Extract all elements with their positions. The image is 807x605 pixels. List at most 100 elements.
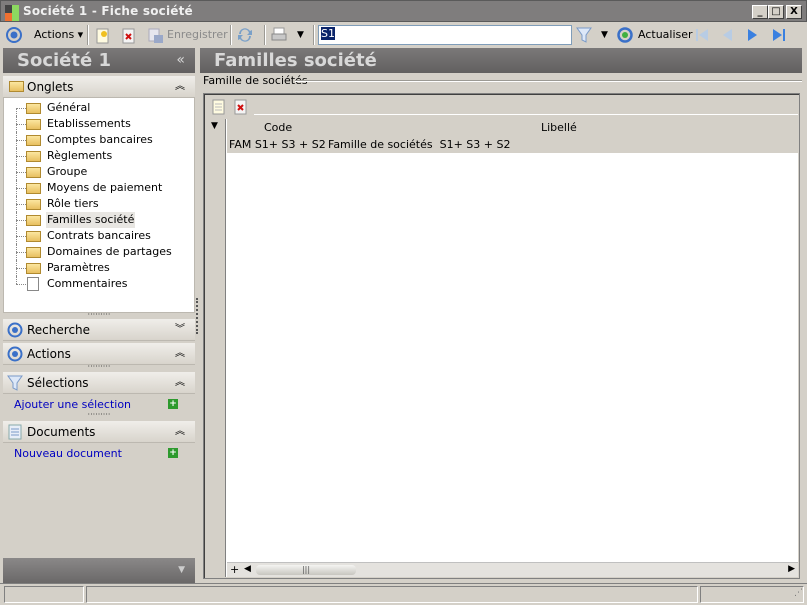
vertical-splitter[interactable] [196, 298, 198, 334]
actions-circle-icon [7, 346, 23, 362]
data-grid: ▼ Code Libellé FAM S1+ S3 + S2 Famille d… [206, 119, 798, 577]
add-selection-link[interactable]: Ajouter une sélection [14, 398, 131, 411]
previous-record-icon[interactable] [719, 27, 735, 43]
search-value: S1 [321, 27, 335, 40]
actions-menu-button[interactable]: Actions ▾ [34, 27, 83, 43]
add-button[interactable]: + [230, 563, 239, 576]
actions-header[interactable]: Actions ︽ [3, 343, 195, 365]
scroll-left-icon[interactable]: ◀ [244, 564, 251, 574]
tab-item[interactable]: Etablissements [4, 116, 192, 132]
selections-label: Sélections [27, 376, 89, 390]
onglets-header[interactable]: Onglets ︽ [3, 76, 195, 98]
tree-line [16, 220, 26, 221]
tab-item[interactable]: Contrats bancaires [4, 228, 192, 244]
print-dropdown-icon[interactable]: ▼ [297, 27, 304, 43]
tree-line [16, 172, 26, 173]
tab-item[interactable]: Comptes bancaires [4, 132, 192, 148]
tab-item-label: Commentaires [47, 277, 128, 290]
first-record-icon[interactable] [694, 27, 710, 43]
tab-item[interactable]: Règlements [4, 148, 192, 164]
delete-icon[interactable] [121, 28, 137, 44]
selections-header[interactable]: Sélections ︽ [3, 372, 195, 394]
table-row[interactable]: FAM S1+ S3 + S2 Famille de sociétés S1+ … [227, 136, 798, 153]
last-record-icon[interactable] [771, 27, 787, 43]
scroll-right-icon[interactable]: ▶ [788, 564, 795, 574]
tree-line [16, 140, 26, 141]
separator [87, 25, 89, 45]
tree-line [16, 276, 17, 284]
group-line [295, 80, 802, 82]
tree-line [16, 236, 26, 237]
tree-line [16, 284, 26, 285]
documents-header[interactable]: Documents ︽ [3, 421, 195, 443]
collapse-panel-button[interactable]: « [176, 48, 185, 73]
filter-icon[interactable] [576, 27, 592, 43]
maximize-button[interactable]: □ [768, 5, 784, 19]
folder-icon [26, 167, 41, 178]
close-button[interactable]: X [786, 5, 802, 19]
filter-dropdown-icon[interactable]: ▼ [601, 27, 608, 43]
recherche-header[interactable]: Recherche ︾ [3, 319, 195, 341]
refresh-icon [617, 27, 633, 43]
actions-circle-icon [6, 27, 22, 43]
chevron-up-icon[interactable]: ︽ [175, 421, 185, 443]
resize-grip-icon[interactable]: ⋰ [794, 588, 803, 598]
save-icon[interactable] [148, 28, 164, 44]
add-row-icon[interactable] [211, 99, 227, 115]
tab-item[interactable]: Groupe [4, 164, 192, 180]
new-icon[interactable] [95, 28, 111, 44]
splitter-grip[interactable]: ········· [3, 363, 195, 372]
tab-item[interactable]: Familles société [4, 212, 192, 228]
folder-icon [26, 263, 41, 274]
documents-label: Documents [27, 425, 96, 439]
tab-item[interactable]: Commentaires [4, 276, 192, 292]
chevron-up-icon[interactable]: ︽ [175, 343, 185, 365]
separator [313, 25, 315, 45]
column-header-libelle[interactable]: Libellé [541, 121, 577, 134]
chevron-up-icon[interactable]: ︽ [175, 372, 185, 394]
left-panel-header: Société 1 « [3, 48, 195, 73]
tab-item-label: Comptes bancaires [47, 133, 153, 146]
tab-item[interactable]: Rôle tiers [4, 196, 192, 212]
folder-icon [26, 103, 41, 114]
save-button[interactable]: Enregistrer [167, 27, 228, 43]
folder-icon [26, 151, 41, 162]
new-document-link[interactable]: Nouveau document [14, 447, 122, 460]
scroll-thumb[interactable]: ||| [256, 565, 356, 575]
splitter-grip[interactable]: ········· [3, 411, 195, 421]
search-input[interactable]: S1 [318, 25, 572, 45]
folder-icon [26, 215, 41, 226]
tab-item[interactable]: Paramètres [4, 260, 192, 276]
horizontal-scrollbar[interactable]: + ◀ ||| ▶ [227, 562, 798, 577]
tab-item[interactable]: Moyens de paiement [4, 180, 192, 196]
column-header-code[interactable]: Code [264, 121, 292, 134]
documents-body: Nouveau document + [3, 443, 195, 463]
tree-line [16, 204, 26, 205]
grid-toolbar-line [254, 114, 798, 115]
sync-icon[interactable] [237, 27, 253, 43]
add-icon[interactable]: + [168, 399, 178, 409]
row-indicator-column [206, 119, 226, 577]
minimize-button[interactable]: _ [752, 5, 768, 19]
tab-item[interactable]: Général [4, 100, 192, 116]
tab-item[interactable]: Domaines de partages [4, 244, 192, 260]
column-chooser-icon[interactable]: ▼ [211, 121, 218, 131]
window-title: Société 1 - Fiche société [23, 4, 193, 18]
next-record-icon[interactable] [745, 27, 761, 43]
onglets-tree: Général Etablissements Comptes bancaires Rè… [3, 98, 195, 313]
folder-icon [26, 247, 41, 258]
search-circle-icon [7, 322, 23, 338]
status-pane [4, 586, 84, 603]
grid-container: ▼ Code Libellé FAM S1+ S3 + S2 Famille d… [203, 93, 800, 579]
folder-icon [26, 199, 41, 210]
refresh-button[interactable]: Actualiser [638, 27, 693, 43]
delete-row-icon[interactable] [233, 99, 249, 115]
tab-item-label: Général [47, 101, 91, 114]
chevron-down-icon[interactable]: ︾ [175, 319, 185, 341]
chevron-up-icon[interactable]: ︽ [175, 76, 185, 98]
add-icon[interactable]: + [168, 448, 178, 458]
left-panel-footer[interactable]: ▼ [3, 558, 195, 583]
print-icon[interactable] [271, 27, 287, 43]
cell-libelle: Famille de sociétés S1+ S3 + S2 [328, 138, 511, 151]
selections-body: Ajouter une sélection + [3, 394, 195, 414]
